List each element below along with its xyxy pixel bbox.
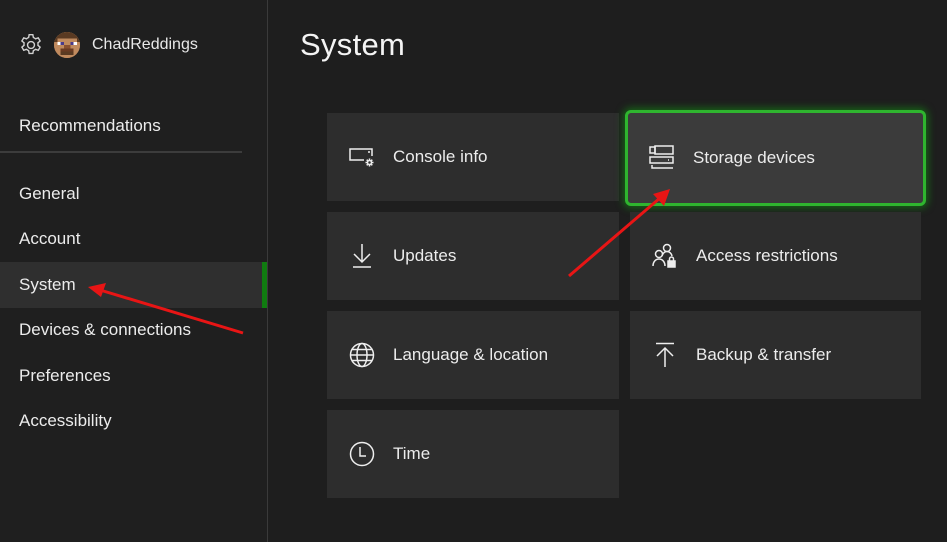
profile-bar: ChadReddings [18,31,198,59]
access-restrictions-icon [650,241,680,271]
page-title: System [300,27,406,62]
tile-label: Language & location [393,345,549,364]
console-info-icon [347,142,377,172]
sidebar-item-system[interactable]: System [0,262,267,308]
sidebar-item-accessibility[interactable]: Accessibility [0,399,267,445]
tile-label: Updates [393,246,457,265]
sidebar-nav: General Account System Devices & connect… [0,171,267,444]
tile-backup-transfer[interactable]: Backup & transfer [630,311,921,399]
tile-console-info[interactable]: Console info [327,113,619,201]
avatar[interactable] [54,32,80,58]
tile-access-restrictions[interactable]: Access restrictions [630,212,921,300]
sidebar-item-devices-connections[interactable]: Devices & connections [0,308,267,354]
tile-label: Access restrictions [696,246,838,265]
sidebar-item-general[interactable]: General [0,171,267,217]
storage-devices-icon [647,143,677,173]
username: ChadReddings [92,36,198,53]
sidebar-item-account[interactable]: Account [0,217,267,263]
tile-label: Console info [393,147,488,166]
clock-icon [347,439,377,469]
gear-icon[interactable] [18,32,44,58]
tile-storage-devices[interactable]: Storage devices [625,110,926,206]
sidebar-divider [0,151,242,153]
tile-label: Backup & transfer [696,345,832,364]
tile-language-location[interactable]: Language & location [327,311,619,399]
tile-updates[interactable]: Updates [327,212,619,300]
tile-label: Time [393,444,431,463]
upload-icon [650,340,680,370]
tile-time[interactable]: Time [327,410,619,498]
tile-label: Storage devices [693,148,815,167]
download-icon [347,241,377,271]
sidebar: ChadReddings Recommendations General Acc… [0,0,268,542]
sidebar-item-preferences[interactable]: Preferences [0,353,267,399]
sidebar-item-recommendations[interactable]: Recommendations [19,116,161,136]
globe-icon [347,340,377,370]
